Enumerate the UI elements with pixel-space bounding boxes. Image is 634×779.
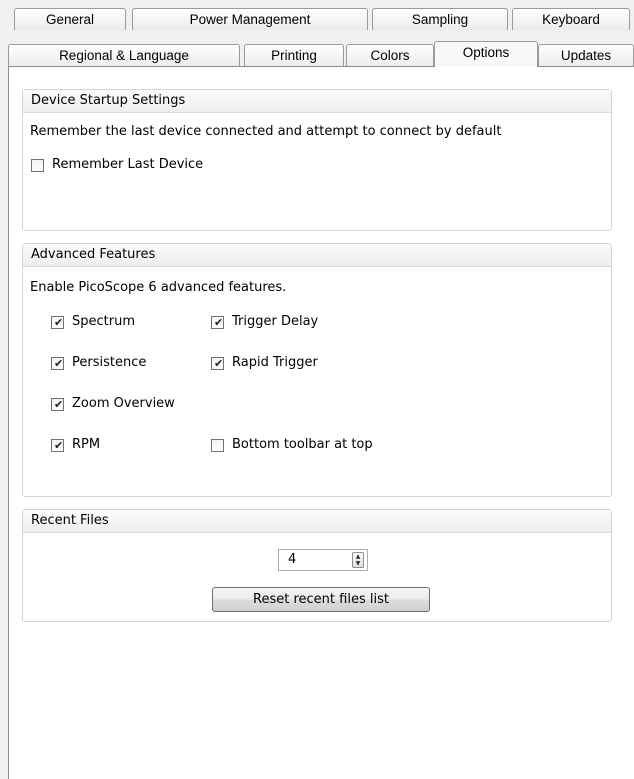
checkmark-icon: ✔: [54, 357, 64, 370]
persistence-label[interactable]: Persistence: [72, 355, 146, 370]
rapid-trigger-label[interactable]: Rapid Trigger: [232, 355, 318, 370]
remember-last-device-checkbox[interactable]: [31, 159, 44, 172]
rapid-trigger-checkbox[interactable]: ✔: [211, 357, 224, 370]
spin-up-icon[interactable]: ▲: [353, 553, 363, 560]
tab-general[interactable]: General: [14, 8, 126, 30]
trigger-delay-checkbox[interactable]: ✔: [211, 316, 224, 329]
rpm-label[interactable]: RPM: [72, 437, 100, 452]
checkmark-icon: ✔: [54, 316, 64, 329]
group-title: Advanced Features: [23, 244, 611, 267]
checkmark-icon: ✔: [54, 398, 64, 411]
recent-files-count-value[interactable]: 4: [288, 552, 296, 567]
tab-regional-language[interactable]: Regional & Language: [8, 44, 240, 66]
bottom-toolbar-checkbox[interactable]: [211, 439, 224, 452]
recent-files-count-stepper[interactable]: 4 ▲ ▼: [278, 549, 368, 571]
persistence-checkbox[interactable]: ✔: [51, 357, 64, 370]
remember-last-device-label[interactable]: Remember Last Device: [52, 157, 203, 172]
tab-strip-divider: [8, 66, 634, 67]
advanced-features-description: Enable PicoScope 6 advanced features.: [30, 280, 287, 295]
reset-recent-files-button[interactable]: Reset recent files list: [212, 587, 430, 612]
zoom-overview-label[interactable]: Zoom Overview: [72, 396, 175, 411]
tab-power-management[interactable]: Power Management: [132, 8, 368, 30]
spin-down-icon[interactable]: ▼: [353, 560, 363, 567]
trigger-delay-label[interactable]: Trigger Delay: [232, 314, 318, 329]
spin-buttons[interactable]: ▲ ▼: [352, 552, 364, 568]
checkmark-icon: ✔: [214, 316, 224, 329]
spectrum-checkbox[interactable]: ✔: [51, 316, 64, 329]
device-startup-description: Remember the last device connected and a…: [30, 124, 502, 139]
tab-options[interactable]: Options: [434, 41, 538, 67]
group-title: Device Startup Settings: [23, 90, 611, 113]
spectrum-label[interactable]: Spectrum: [72, 314, 135, 329]
tab-printing[interactable]: Printing: [244, 44, 344, 66]
bottom-toolbar-label[interactable]: Bottom toolbar at top: [232, 437, 373, 452]
group-title: Recent Files: [23, 510, 611, 533]
zoom-overview-checkbox[interactable]: ✔: [51, 398, 64, 411]
checkmark-icon: ✔: [214, 357, 224, 370]
tab-updates[interactable]: Updates: [538, 44, 634, 66]
rpm-checkbox[interactable]: ✔: [51, 439, 64, 452]
tab-keyboard[interactable]: Keyboard: [512, 8, 630, 30]
tab-colors[interactable]: Colors: [346, 44, 434, 66]
tab-sampling[interactable]: Sampling: [372, 8, 508, 30]
checkmark-icon: ✔: [54, 439, 64, 452]
